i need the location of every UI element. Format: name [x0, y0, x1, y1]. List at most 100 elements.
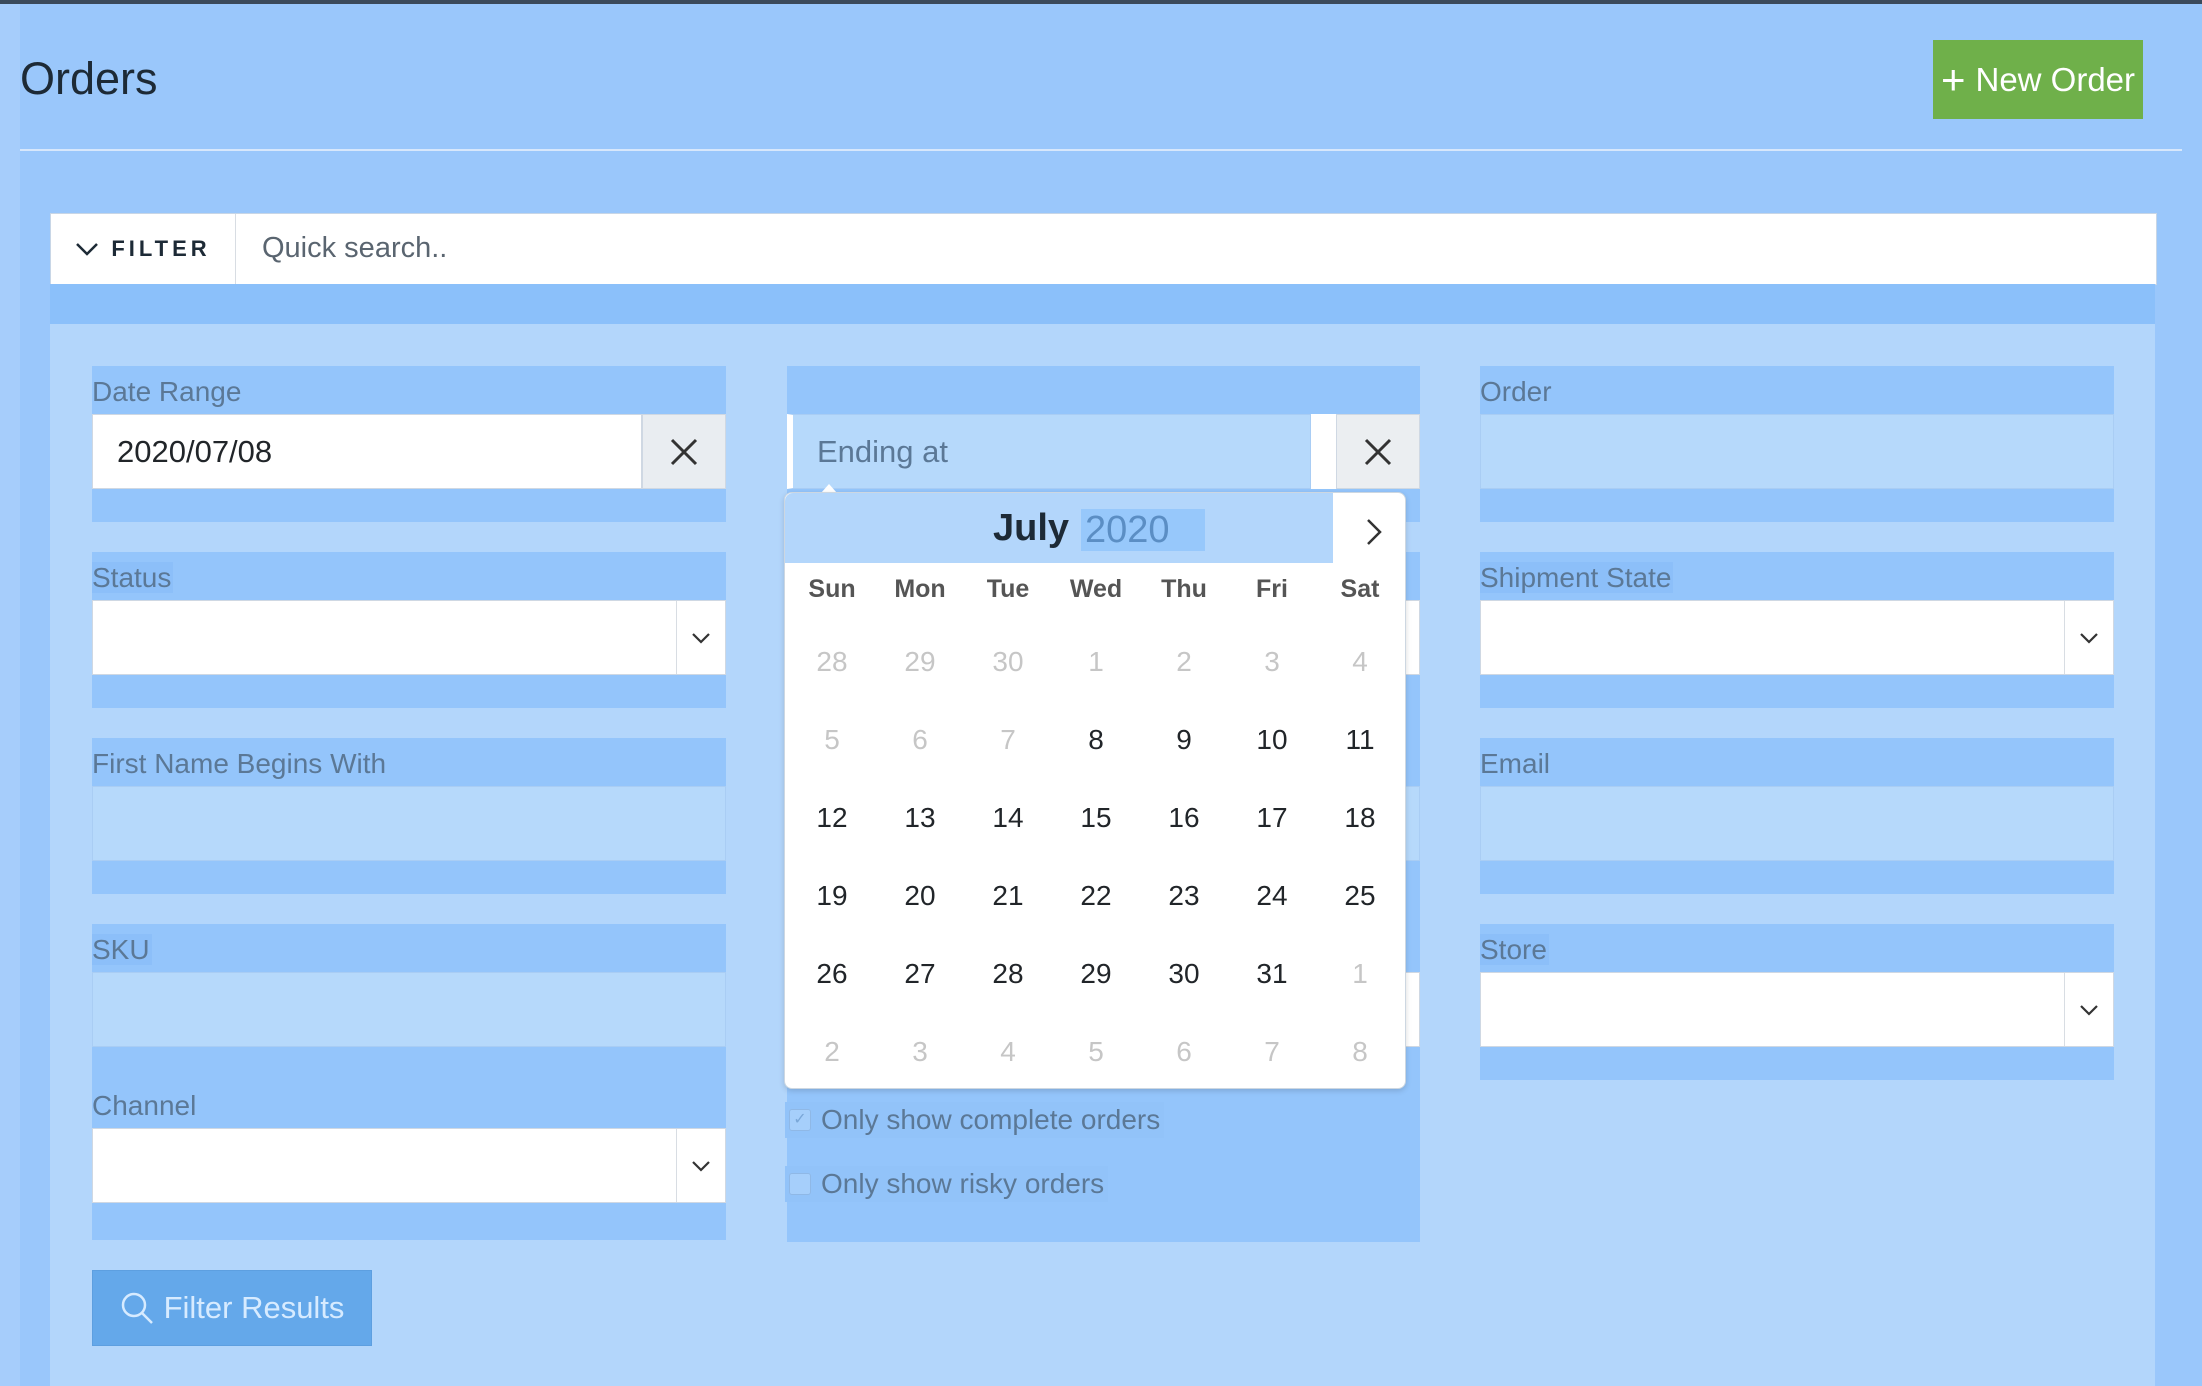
next-month-button[interactable] — [1359, 517, 1389, 547]
calendar-day-disabled: 5 — [824, 724, 840, 755]
calendar-month[interactable]: July — [993, 507, 1069, 550]
date-range-label: Date Range — [92, 376, 242, 407]
calendar-day-disabled: 2 — [824, 1036, 840, 1067]
calendar-year[interactable]: 2020 — [1081, 509, 1205, 551]
weekday-header: Mon — [894, 575, 946, 603]
calendar-day[interactable]: 14 — [964, 779, 1052, 857]
order-label: Order — [1480, 376, 1552, 407]
channel-select[interactable] — [92, 1128, 726, 1203]
new-order-button[interactable]: + New Order — [1933, 40, 2143, 119]
chevron-down-icon — [76, 243, 99, 256]
calendar-day[interactable]: 12 — [788, 779, 876, 857]
calendar-day[interactable]: 8 — [1052, 701, 1140, 779]
calendar-grid: 28 29 30 1 2 3 4 5 6 7 8 9 10 11 12 13 14 15 16 17 18 19 20 21 2… — [788, 623, 1405, 1091]
calendar-day[interactable]: 27 — [876, 935, 964, 1013]
shipment-state-select[interactable] — [1480, 600, 2114, 675]
calendar-day-disabled: 30 — [992, 646, 1024, 677]
calendar-day[interactable]: 23 — [1140, 857, 1228, 935]
calendar-day[interactable]: 24 — [1228, 857, 1316, 935]
calendar-day[interactable]: 21 — [964, 857, 1052, 935]
calendar-day[interactable]: 17 — [1228, 779, 1316, 857]
page-title: Orders — [20, 53, 158, 104]
email-label: Email — [1480, 748, 1551, 779]
date-start-input[interactable]: 2020/07/08 — [92, 414, 642, 489]
calendar-day[interactable]: 10 — [1228, 701, 1316, 779]
calendar-day[interactable]: 31 — [1228, 935, 1316, 1013]
first-name-label: First Name Begins With — [92, 748, 387, 779]
chevron-down-icon — [676, 601, 725, 674]
shipment-state-label: Shipment State — [1480, 562, 1674, 593]
store-label-wrap: Store — [1480, 933, 1549, 967]
store-label: Store — [1480, 934, 1549, 965]
close-icon — [670, 438, 698, 465]
weekday-header: Tue — [986, 575, 1030, 603]
filter-bar: FILTER — [50, 213, 2198, 285]
chevron-down-icon — [2064, 973, 2113, 1046]
weekday-header: Sun — [808, 575, 856, 603]
calendar-day[interactable]: 22 — [1052, 857, 1140, 935]
calendar-day-disabled: 7 — [1000, 724, 1016, 755]
quick-search-input[interactable] — [236, 214, 2198, 282]
calendar-day-disabled: 3 — [1264, 646, 1280, 677]
calendar-day[interactable]: 18 — [1316, 779, 1404, 857]
checkbox-check-icon: ✓ — [789, 1109, 811, 1131]
calendar-day[interactable]: 25 — [1316, 857, 1404, 935]
calendar-day[interactable]: 19 — [788, 857, 876, 935]
calendar-day-disabled: 1 — [1088, 646, 1104, 677]
calendar-day[interactable]: 29 — [1052, 935, 1140, 1013]
shipment-state-label-wrap: Shipment State — [1480, 561, 1674, 595]
calendar-day-disabled: 1 — [1352, 958, 1368, 989]
date-end-input[interactable]: Ending at — [787, 414, 1311, 489]
checkbox-icon — [789, 1173, 811, 1195]
weekday-header: Thu — [1161, 575, 1207, 603]
calendar-day[interactable]: 30 — [1140, 935, 1228, 1013]
date-picker-popup: July 2020 Sun Mon Tue Wed Thu Fri Sat 28 29 30 1 2… — [784, 492, 1406, 1089]
sku-label-wrap: SKU — [92, 933, 152, 967]
plus-icon: + — [1940, 55, 1966, 103]
calendar-day-disabled: 28 — [816, 646, 848, 677]
filter-results-label: Filter Results — [163, 1290, 345, 1325]
calendar-day[interactable]: 20 — [876, 857, 964, 935]
calendar-day[interactable]: 26 — [788, 935, 876, 1013]
calendar-day[interactable]: 16 — [1140, 779, 1228, 857]
chevron-right-icon — [1367, 519, 1382, 545]
status-select[interactable] — [92, 600, 726, 675]
calendar-day-disabled: 7 — [1264, 1036, 1280, 1067]
calendar-day[interactable]: 9 — [1140, 701, 1228, 779]
calendar-day-disabled: 5 — [1088, 1036, 1104, 1067]
date-start-clear-button[interactable] — [642, 414, 726, 489]
calendar-day-disabled: 4 — [1352, 646, 1368, 677]
filter-toggle-label: FILTER — [111, 236, 211, 261]
search-icon — [121, 1292, 153, 1324]
filter-toggle[interactable]: FILTER — [51, 214, 236, 284]
date-end-input-edge — [1311, 414, 1336, 489]
calendar-day[interactable]: 15 — [1052, 779, 1140, 857]
sku-label: SKU — [92, 934, 152, 965]
calendar-header: July 2020 — [785, 493, 1333, 563]
sku-input[interactable] — [92, 972, 726, 1047]
calendar-day-disabled: 2 — [1176, 646, 1192, 677]
store-select[interactable] — [1480, 972, 2114, 1047]
risky-orders-checkbox[interactable]: Only show risky orders — [785, 1166, 1109, 1202]
calendar-day-disabled: 6 — [1176, 1036, 1192, 1067]
channel-label: Channel — [92, 1090, 197, 1121]
calendar-day[interactable]: 13 — [876, 779, 964, 857]
order-input[interactable] — [1480, 414, 2114, 489]
new-order-label: New Order — [1975, 60, 2136, 98]
calendar-weekdays: Sun Mon Tue Wed Thu Fri Sat — [788, 575, 1405, 604]
calendar-day-disabled: 4 — [1000, 1036, 1016, 1067]
first-name-input[interactable] — [92, 786, 726, 861]
calendar-day-disabled: 8 — [1352, 1036, 1368, 1067]
complete-orders-label: Only show complete orders — [821, 1104, 1161, 1135]
email-input[interactable] — [1480, 786, 2114, 861]
calendar-day[interactable]: 11 — [1316, 701, 1404, 779]
status-label: Status — [92, 562, 174, 593]
chevron-down-icon — [676, 1129, 725, 1202]
complete-orders-checkbox[interactable]: ✓ Only show complete orders — [785, 1102, 1165, 1138]
date-end-clear-button[interactable] — [1336, 414, 1420, 489]
risky-orders-label: Only show risky orders — [821, 1168, 1105, 1199]
filter-results-button[interactable]: Filter Results — [92, 1270, 372, 1346]
calendar-day[interactable]: 28 — [964, 935, 1052, 1013]
calendar-day-disabled: 29 — [904, 646, 936, 677]
left-edge — [0, 4, 20, 1386]
